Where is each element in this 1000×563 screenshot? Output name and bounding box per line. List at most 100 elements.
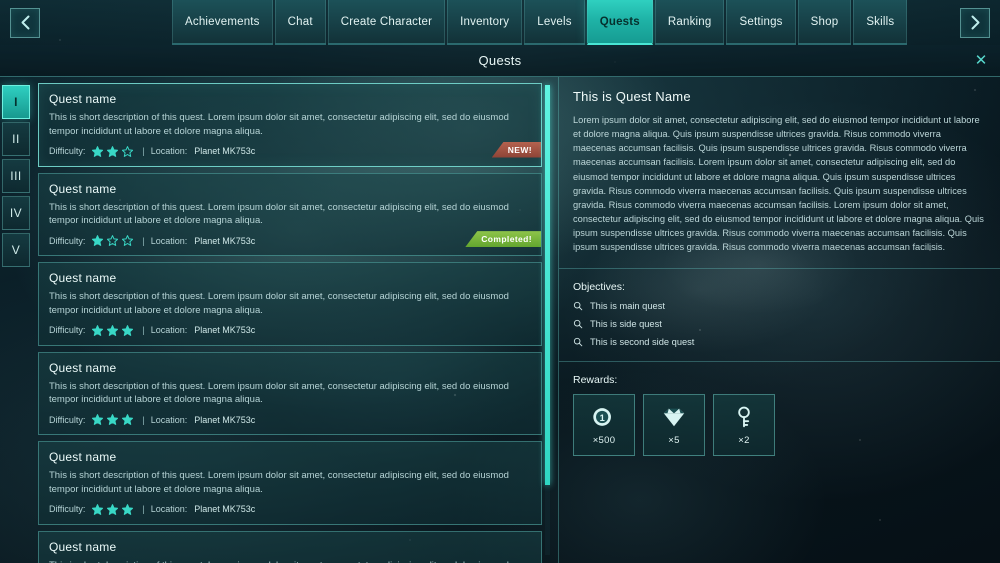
objectives-list: This is main quest This is side quest This… (573, 301, 986, 347)
scrollbar-thumb[interactable] (545, 85, 550, 485)
location-value: Planet MK753c (194, 414, 256, 425)
tab-create-character[interactable]: Create Character (327, 0, 446, 45)
tab-inventory[interactable]: Inventory (447, 0, 523, 45)
difficulty-stars (92, 235, 134, 246)
status-badge: NEW! (491, 141, 541, 158)
quest-description: This is short description of this quest.… (49, 380, 509, 406)
difficulty-label: Difficulty: (49, 235, 86, 246)
difficulty-label: Difficulty: (49, 146, 86, 157)
main-tabs: Achievements Chat Create Character Inventor… (172, 0, 908, 45)
quest-meta: Difficulty: | Location: Planet MK753c (49, 414, 531, 426)
coin-icon: 1 (591, 404, 617, 430)
location-label: Location: (150, 146, 188, 157)
rail-tab-v[interactable]: V (2, 233, 30, 267)
rail-tab-iv[interactable]: IV (2, 196, 30, 230)
quests-screen: Achievements Chat Create Character Inventor… (0, 0, 1000, 563)
location-value: Planet MK753c (194, 325, 256, 336)
reward-quantity: ×500 (592, 435, 616, 447)
reward-quantity: ×2 (738, 435, 750, 447)
quest-card[interactable]: Quest name This is short description of t… (38, 83, 542, 167)
location-value: Planet MK753c (194, 235, 256, 246)
page-title: Quests (478, 53, 522, 68)
quest-description-section: This is Quest Name Lorem ipsum dolor sit… (559, 77, 1000, 270)
objective-text: This is main quest (590, 301, 665, 312)
status-badge: Completed! (465, 231, 541, 248)
chevron-left-icon (20, 15, 31, 30)
window-title-bar: Quests ✕ (0, 45, 1000, 77)
quest-meta: Difficulty: | Location: Planet MK753c (49, 324, 531, 336)
gem-icon (661, 404, 687, 430)
objectives-section: Objectives: This is main quest This is si… (559, 269, 1000, 363)
difficulty-label: Difficulty: (49, 325, 86, 336)
quest-name: Quest name (49, 539, 117, 554)
rewards-heading: Rewards: (573, 374, 618, 387)
quest-description: This is short description of this quest.… (49, 559, 511, 563)
reward-item[interactable]: ×5 (643, 394, 705, 457)
chevron-right-icon (970, 15, 981, 30)
quest-card[interactable]: Quest name This is short description of t… (38, 262, 542, 346)
tab-quests[interactable]: Quests (586, 0, 653, 45)
tab-achievements[interactable]: Achievements (172, 0, 273, 45)
objective-text: This is second side quest (590, 337, 695, 348)
quest-name: Quest name (49, 181, 117, 196)
quest-description: This is short description of this quest.… (49, 201, 509, 227)
quest-description: This is short description of this quest.… (49, 112, 509, 137)
rewards-section: Rewards: 1 ×500 ×5 ×2 (559, 362, 1000, 470)
tab-levels[interactable]: Levels (524, 0, 585, 45)
location-label: Location: (150, 414, 188, 425)
difficulty-stars (92, 503, 134, 515)
reward-item[interactable]: ×2 (713, 394, 775, 457)
quest-card[interactable]: Quest name This is short description of t… (38, 172, 542, 257)
location-label: Location: (150, 325, 188, 336)
location-label: Location: (150, 504, 188, 515)
magnifier-icon (573, 301, 583, 311)
quest-card[interactable]: Quest name This is short description of t… (38, 351, 542, 436)
difficulty-stars (92, 145, 134, 157)
objective-item: This is side quest (573, 319, 986, 329)
rail-tab-ii[interactable]: II (2, 122, 30, 156)
objectives-heading: Objectives: (573, 281, 625, 294)
quest-card[interactable]: Quest name This is short description of t… (38, 530, 542, 563)
tab-settings[interactable]: Settings (726, 0, 796, 45)
quest-detail-panel: This is Quest Name Lorem ipsum dolor sit… (558, 77, 1000, 563)
difficulty-label: Difficulty: (49, 414, 86, 425)
svg-text:1: 1 (600, 413, 605, 423)
close-icon[interactable]: ✕ (972, 52, 990, 70)
tab-skills[interactable]: Skills (853, 0, 908, 45)
quest-detail-description: Lorem ipsum dolor sit amet, consectetur … (573, 115, 984, 253)
reward-item[interactable]: 1 ×500 (573, 394, 635, 457)
quest-name: Quest name (49, 450, 117, 465)
objective-item: This is second side quest (573, 337, 986, 347)
rail-tab-iii[interactable]: III (2, 159, 30, 193)
quest-category-rail: I II III IV V (0, 77, 32, 563)
quest-list-scrollbar[interactable] (545, 85, 550, 555)
quest-list: Quest name This is short description of t… (38, 77, 542, 563)
magnifier-icon (573, 319, 583, 329)
difficulty-stars (92, 324, 134, 336)
meta-separator: | (142, 146, 145, 157)
quest-meta: Difficulty: | Location: Planet MK753c (49, 235, 531, 246)
magnifier-icon (573, 337, 583, 347)
quest-list-panel: Quest name This is short description of t… (32, 77, 556, 563)
reward-quantity: ×5 (668, 435, 680, 447)
rail-tab-i[interactable]: I (2, 85, 30, 119)
top-navigation-bar: Achievements Chat Create Character Inventor… (0, 0, 1000, 45)
meta-separator: | (142, 235, 145, 246)
quest-card[interactable]: Quest name This is short description of t… (38, 441, 542, 525)
quest-name: Quest name (49, 92, 117, 106)
key-icon (731, 404, 757, 430)
nav-next-button[interactable] (960, 7, 990, 38)
meta-separator: | (142, 414, 145, 425)
nav-prev-button[interactable] (10, 7, 40, 38)
meta-separator: | (142, 325, 145, 336)
difficulty-label: Difficulty: (49, 504, 86, 515)
quest-detail-title: This is Quest Name (573, 89, 691, 104)
objective-text: This is side quest (590, 319, 662, 330)
tab-ranking[interactable]: Ranking (654, 0, 725, 45)
location-value: Planet MK753c (194, 504, 256, 515)
quest-description: This is short description of this quest.… (49, 291, 509, 316)
difficulty-stars (92, 414, 134, 426)
tab-chat[interactable]: Chat (274, 0, 326, 45)
tab-shop[interactable]: Shop (797, 0, 852, 45)
quest-meta: Difficulty: | Location: Planet MK753c (49, 503, 531, 515)
